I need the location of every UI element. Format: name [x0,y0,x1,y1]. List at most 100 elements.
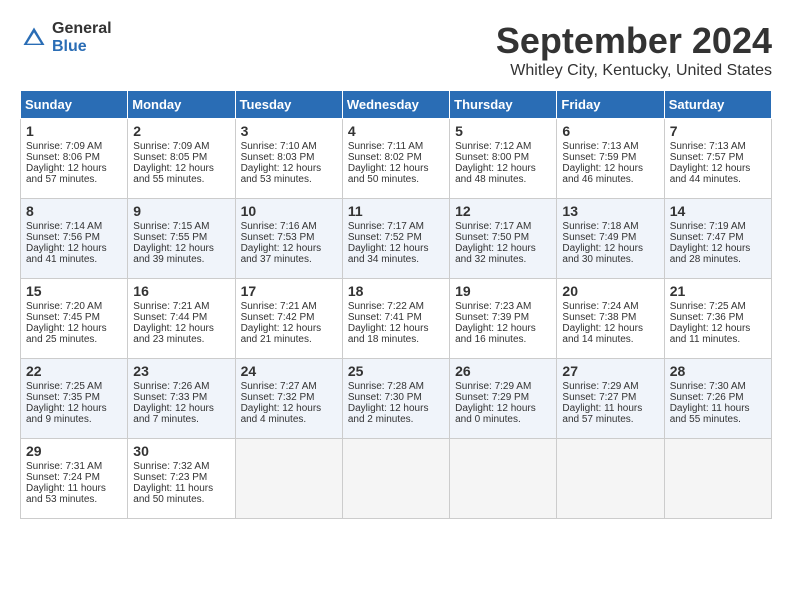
day-number: 25 [348,363,444,379]
day-number: 6 [562,123,658,139]
sunrise-text: Sunrise: 7:29 AM [455,381,531,392]
sunrise-text: Sunrise: 7:15 AM [133,221,209,232]
calendar-cell: 22Sunrise: 7:25 AMSunset: 7:35 PMDayligh… [21,359,128,439]
day-number: 20 [562,283,658,299]
daylight-text: Daylight: 12 hours and 55 minutes. [133,163,214,185]
daylight-text: Daylight: 11 hours and 50 minutes. [133,483,213,505]
sunrise-text: Sunrise: 7:16 AM [241,221,317,232]
daylight-text: Daylight: 12 hours and 44 minutes. [670,163,751,185]
daylight-text: Daylight: 12 hours and 37 minutes. [241,243,322,265]
sunset-text: Sunset: 7:44 PM [133,312,207,323]
calendar-header-row: Sunday Monday Tuesday Wednesday Thursday… [21,91,772,119]
sunrise-text: Sunrise: 7:17 AM [348,221,424,232]
sunset-text: Sunset: 7:41 PM [348,312,422,323]
day-number: 24 [241,363,337,379]
day-number: 15 [26,283,122,299]
calendar-cell: 29Sunrise: 7:31 AMSunset: 7:24 PMDayligh… [21,439,128,519]
calendar-cell: 1Sunrise: 7:09 AMSunset: 8:06 PMDaylight… [21,119,128,199]
daylight-text: Daylight: 11 hours and 53 minutes. [26,483,106,505]
day-number: 13 [562,203,658,219]
day-number: 22 [26,363,122,379]
day-number: 5 [455,123,551,139]
calendar-week-row: 22Sunrise: 7:25 AMSunset: 7:35 PMDayligh… [21,359,772,439]
calendar-cell: 2 Sunrise: 7:09 AMSunset: 8:05 PMDaylight… [128,119,235,199]
sunset-text: Sunset: 7:53 PM [241,232,315,243]
col-tuesday: Tuesday [235,91,342,119]
day-number: 28 [670,363,766,379]
col-thursday: Thursday [450,91,557,119]
daylight-text: Daylight: 12 hours and 0 minutes. [455,403,536,425]
sunset-text: Sunset: 7:36 PM [670,312,744,323]
sunset-text: Sunset: 7:26 PM [670,392,744,403]
daylight-text: Daylight: 11 hours and 55 minutes. [670,403,750,425]
calendar-cell: 20Sunrise: 7:24 AMSunset: 7:38 PMDayligh… [557,279,664,359]
sunset-text: Sunset: 7:32 PM [241,392,315,403]
logo-general-label: General [52,20,112,38]
calendar-cell: 8Sunrise: 7:14 AMSunset: 7:56 PMDaylight… [21,199,128,279]
sunset-text: Sunset: 7:57 PM [670,152,744,163]
sunset-text: Sunset: 7:49 PM [562,232,636,243]
daylight-text: Daylight: 12 hours and 25 minutes. [26,323,107,345]
day-number: 30 [133,443,229,459]
sunrise-text: Sunrise: 7:12 AM [455,141,531,152]
day-number: 12 [455,203,551,219]
sunrise-text: Sunrise: 7:23 AM [455,301,531,312]
day-number: 23 [133,363,229,379]
calendar-week-row: 15Sunrise: 7:20 AMSunset: 7:45 PMDayligh… [21,279,772,359]
day-number: 18 [348,283,444,299]
sunset-text: Sunset: 8:03 PM [241,152,315,163]
calendar-cell: 28Sunrise: 7:30 AMSunset: 7:26 PMDayligh… [664,359,771,439]
logo-text: General Blue [52,20,112,55]
daylight-text: Daylight: 12 hours and 30 minutes. [562,243,643,265]
daylight-text: Daylight: 12 hours and 11 minutes. [670,323,751,345]
sunset-text: Sunset: 8:02 PM [348,152,422,163]
calendar-cell: 4Sunrise: 7:11 AMSunset: 8:02 PMDaylight… [342,119,449,199]
daylight-text: Daylight: 12 hours and 57 minutes. [26,163,107,185]
calendar-week-row: 1Sunrise: 7:09 AMSunset: 8:06 PMDaylight… [21,119,772,199]
sunset-text: Sunset: 7:42 PM [241,312,315,323]
calendar-table: Sunday Monday Tuesday Wednesday Thursday… [20,90,772,519]
calendar-week-row: 8Sunrise: 7:14 AMSunset: 7:56 PMDaylight… [21,199,772,279]
sunrise-text: Sunrise: 7:17 AM [455,221,531,232]
sunset-text: Sunset: 7:38 PM [562,312,636,323]
sunset-text: Sunset: 7:35 PM [26,392,100,403]
calendar-cell: 27Sunrise: 7:29 AMSunset: 7:27 PMDayligh… [557,359,664,439]
daylight-text: Daylight: 12 hours and 23 minutes. [133,323,214,345]
calendar-cell [450,439,557,519]
day-number: 19 [455,283,551,299]
day-number: 2 [133,123,229,139]
day-number: 26 [455,363,551,379]
sunrise-text: Sunrise: 7:29 AM [562,381,638,392]
day-number: 17 [241,283,337,299]
header: General Blue September 2024 Whitley City… [20,20,772,80]
daylight-text: Daylight: 12 hours and 9 minutes. [26,403,107,425]
sunrise-text: Sunrise: 7:09 AM [26,141,102,152]
sunset-text: Sunset: 7:56 PM [26,232,100,243]
calendar-title: September 2024 [496,20,772,62]
calendar-cell: 23Sunrise: 7:26 AMSunset: 7:33 PMDayligh… [128,359,235,439]
sunset-text: Sunset: 7:29 PM [455,392,529,403]
sunset-text: Sunset: 7:50 PM [455,232,529,243]
sunrise-text: Sunrise: 7:09 AM [133,141,209,152]
calendar-cell: 18Sunrise: 7:22 AMSunset: 7:41 PMDayligh… [342,279,449,359]
daylight-text: Daylight: 12 hours and 34 minutes. [348,243,429,265]
calendar-cell: 26 Sunrise: 7:29 AMSunset: 7:29 PMDayligh… [450,359,557,439]
calendar-cell: 10Sunrise: 7:16 AMSunset: 7:53 PMDayligh… [235,199,342,279]
sunset-text: Sunset: 7:33 PM [133,392,207,403]
daylight-text: Daylight: 12 hours and 48 minutes. [455,163,536,185]
sunset-text: Sunset: 7:30 PM [348,392,422,403]
day-number: 27 [562,363,658,379]
calendar-cell: 25Sunrise: 7:28 AMSunset: 7:30 PMDayligh… [342,359,449,439]
col-monday: Monday [128,91,235,119]
daylight-text: Daylight: 12 hours and 28 minutes. [670,243,751,265]
calendar-cell: 14Sunrise: 7:19 AMSunset: 7:47 PMDayligh… [664,199,771,279]
calendar-cell: 13Sunrise: 7:18 AMSunset: 7:49 PMDayligh… [557,199,664,279]
sunrise-text: Sunrise: 7:28 AM [348,381,424,392]
daylight-text: Daylight: 12 hours and 50 minutes. [348,163,429,185]
col-wednesday: Wednesday [342,91,449,119]
sunset-text: Sunset: 8:05 PM [133,152,207,163]
sunrise-text: Sunrise: 7:14 AM [26,221,102,232]
day-number: 29 [26,443,122,459]
logo-blue-label: Blue [52,38,112,56]
daylight-text: Daylight: 12 hours and 21 minutes. [241,323,322,345]
